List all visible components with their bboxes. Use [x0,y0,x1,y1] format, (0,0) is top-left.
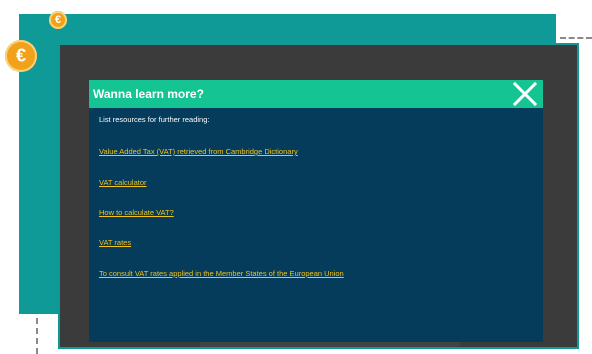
dialog-header: Wanna learn more? [89,80,543,108]
close-icon [513,82,537,106]
euro-coin-icon: € [5,40,37,72]
link-eu-vat-rates[interactable]: To consult VAT rates applied in the Memb… [99,269,344,278]
close-button[interactable] [513,82,537,106]
link-how-to-calculate-vat[interactable]: How to calculate VAT? [99,208,174,217]
learn-more-dialog: Wanna learn more? List resources for fur… [89,80,543,342]
dashed-guide-horizontal [560,37,592,39]
euro-coin-icon: € [49,11,67,29]
dashed-guide-vertical [36,318,38,354]
link-vat-rates[interactable]: VAT rates [99,238,131,247]
dialog-title: Wanna learn more? [93,87,204,101]
link-vat-calculator[interactable]: VAT calculator [99,178,147,187]
intro-text: List resources for further reading: [99,115,210,124]
link-cambridge-vat[interactable]: Value Added Tax (VAT) retrieved from Cam… [99,147,298,156]
